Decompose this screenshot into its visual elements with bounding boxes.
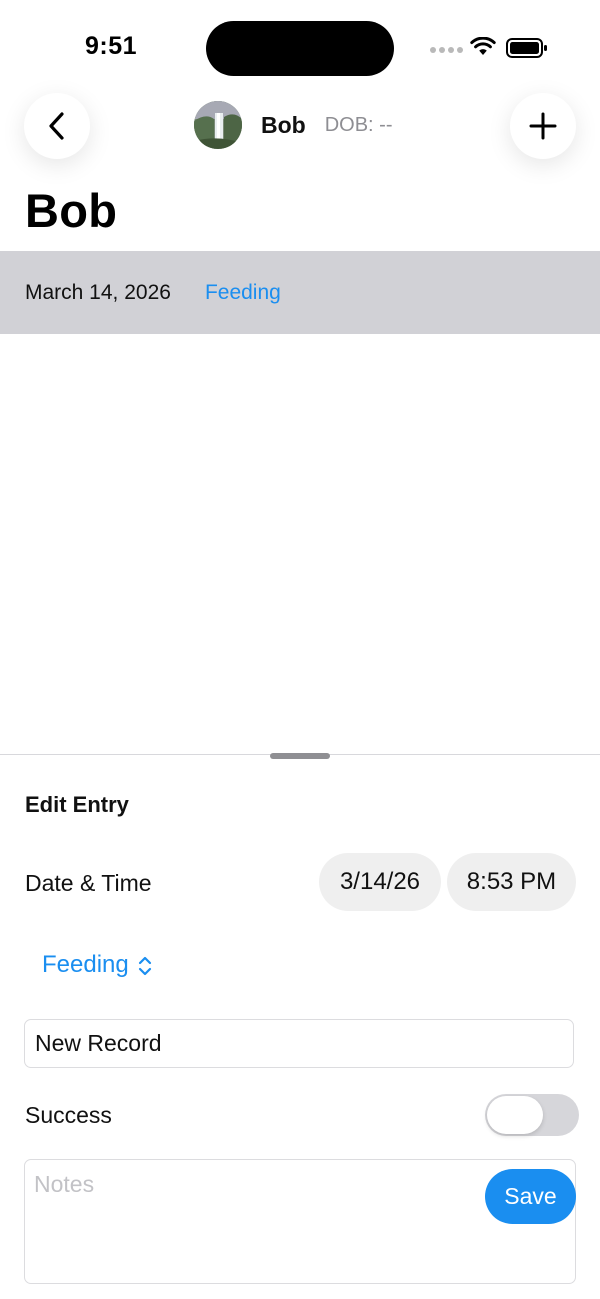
page-title: Bob xyxy=(25,184,118,237)
dynamic-island xyxy=(206,21,394,76)
entry-category: Feeding xyxy=(204,280,281,304)
category-picker[interactable]: Feeding xyxy=(42,951,153,979)
success-label: Success xyxy=(25,1102,112,1128)
status-bar: 9:51 xyxy=(0,0,600,90)
back-button[interactable] xyxy=(24,93,90,159)
plus-icon xyxy=(529,112,557,140)
chevron-up-down-icon xyxy=(138,956,151,976)
toggle-knob xyxy=(487,1096,543,1134)
notes-placeholder: Notes xyxy=(34,1171,95,1197)
success-toggle[interactable] xyxy=(485,1094,579,1136)
add-button[interactable] xyxy=(510,93,576,159)
status-time: 9:51 xyxy=(85,32,138,60)
entry-date: March 14, 2026 xyxy=(25,280,171,304)
chevron-left-icon xyxy=(49,112,64,140)
nav-dob-text: DOB: -- xyxy=(324,113,393,136)
category-picker-label: Feeding xyxy=(42,951,129,978)
entry-row[interactable]: March 14, 2026 Feeding xyxy=(0,251,600,334)
avatar xyxy=(194,101,242,149)
date-picker-button[interactable]: 3/14/26 xyxy=(319,853,441,911)
edit-entry-sheet: Edit Entry Date & Time 3/14/26 8:53 PM F… xyxy=(0,753,600,1299)
time-picker-button[interactable]: 8:53 PM xyxy=(447,853,576,911)
wifi-icon xyxy=(470,37,496,55)
screen: 9:51 Bob DOB: -- Bob March 14, 2026 Feed… xyxy=(0,0,600,1299)
save-button[interactable]: Save xyxy=(485,1169,576,1224)
battery-icon xyxy=(506,38,547,58)
date-time-label: Date & Time xyxy=(25,870,152,896)
cellular-signal-icon xyxy=(430,47,463,53)
record-name-field[interactable]: New Record xyxy=(24,1019,574,1068)
profile-header: Bob DOB: -- xyxy=(194,101,393,149)
nav-profile-name: Bob xyxy=(261,111,306,138)
sheet-title: Edit Entry xyxy=(25,792,129,817)
sheet-grabber[interactable] xyxy=(270,753,330,759)
record-name-value: New Record xyxy=(35,1030,162,1056)
